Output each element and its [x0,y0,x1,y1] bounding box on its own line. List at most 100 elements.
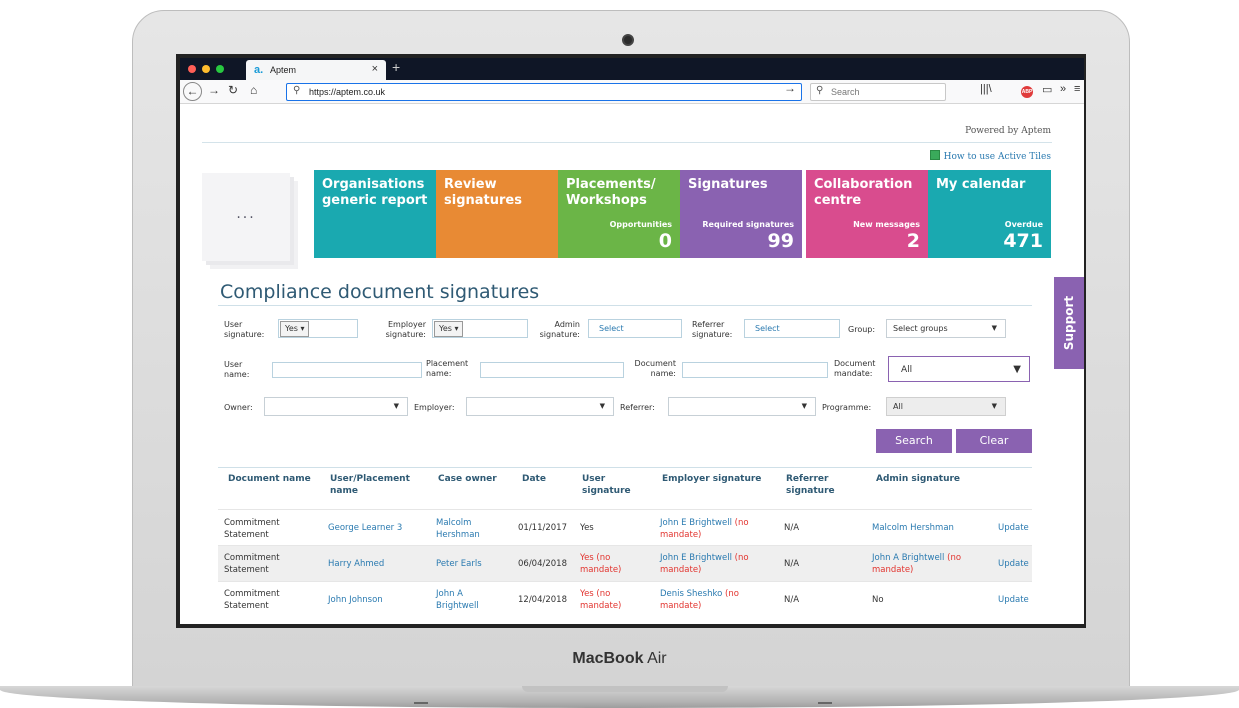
tile-count: 99 [767,230,794,252]
tile-placements-workshops[interactable]: Placements/ Workshops Opportunities 0 [558,170,680,258]
sidebar-icon[interactable]: ▭ [1042,83,1052,96]
home-icon[interactable]: ⌂ [250,83,257,97]
col-header-user-placement[interactable]: User/Placement name [330,473,410,497]
back-icon[interactable]: ← [183,82,202,101]
programme-select[interactable]: All ▼ [886,397,1006,416]
browser-search-field[interactable]: ⚲ Search [810,83,946,101]
employer-label: Employer: [414,403,455,412]
dropdown-arrow-icon: ▼ [1013,364,1021,375]
user-link[interactable]: George Learner 3 [328,522,402,534]
how-to-link[interactable]: How to use Active Tiles [929,150,1051,162]
col-header-employer-signature[interactable]: Employer signature [662,473,761,485]
col-header-admin-signature[interactable]: Admin signature [876,473,960,485]
support-tab[interactable]: Support [1054,277,1084,369]
col-header-date[interactable]: Date [522,473,546,485]
stage: { "browser": { "tab_title": "Aptem", "ta… [0,0,1239,708]
employer-signature-cell[interactable]: John E Brightwell (no mandate) [660,517,749,541]
user-signature-cell: Yes (no mandate) [580,553,622,575]
tile-signatures[interactable]: Signatures Required signatures 99 [680,170,802,258]
document-mandate-select[interactable]: All ▼ [888,356,1030,382]
document-name-cell: Commitment Statement [224,589,280,611]
new-tab-icon[interactable]: + [392,59,400,75]
adblock-icon[interactable]: ABP [1021,86,1033,98]
update-link[interactable]: Update [998,594,1029,606]
employer-signature-cell[interactable]: John E Brightwell (no mandate) [660,552,749,576]
browser-tab[interactable]: a. Aptem × [246,60,386,80]
programme-label: Programme: [822,403,872,412]
user-signature-label: User signature: [224,320,265,339]
library-icon[interactable]: |||\ [980,83,992,95]
search-icon: ⚲ [816,85,824,96]
reload-icon[interactable]: ↻ [228,83,238,97]
admin-signature-label: Admin signature: [539,320,580,339]
laptop-brand: MacBook Air [572,650,667,667]
admin-signature-link[interactable]: Malcolm Hershman [872,522,954,534]
update-link[interactable]: Update [998,522,1029,534]
employer-select[interactable]: ▼ [466,397,614,416]
update-link[interactable]: Update [998,558,1029,570]
url-bar[interactable]: ⚲ https://aptem.co.uk [286,83,802,101]
tile-collaboration-centre[interactable]: Collaboration centre New messages 2 [806,170,928,258]
overflow-menu-icon[interactable]: » [1060,83,1066,95]
tile-subtitle: Required signatures [702,220,794,229]
user-link[interactable]: Harry Ahmed [328,558,384,570]
tile-my-calendar[interactable]: My calendar Overdue 471 [928,170,1051,258]
referrer-signature-cell: N/A [784,559,800,569]
table-row: Commitment Statement John Johnson John AB… [218,581,1032,617]
search-button[interactable]: Search [876,429,952,453]
admin-signature-select[interactable]: Select [588,319,682,338]
forward-icon[interactable]: → [208,83,220,97]
browser-nav-bar: ← → ↻ ⌂ ⚲ https://aptem.co.uk → ⚲ Search… [180,80,1084,104]
user-name-input[interactable] [272,362,422,378]
employer-signature-select[interactable]: Yes ▾ [432,319,528,338]
tile-count: 2 [906,230,920,252]
tile-subtitle: Opportunities [609,220,672,229]
referrer-signature-select[interactable]: Select [744,319,840,338]
date-cell: 01/11/2017 [518,523,567,533]
case-owner-link[interactable]: Malcolm Hershman [436,517,480,541]
document-name-input[interactable] [682,362,828,378]
employer-signature-cell[interactable]: Denis Sheshko (no mandate) [660,588,739,612]
owner-select[interactable]: ▼ [264,397,408,416]
dropdown-arrow-icon: ▼ [393,402,399,410]
referrer-select[interactable]: ▼ [668,397,816,416]
placement-name-input[interactable] [480,362,624,378]
case-owner-link[interactable]: John A Brightwell [436,588,479,612]
table-row: Commitment Statement Harry Ahmed Peter Ea… [218,545,1032,581]
document-mandate-label: Document mandate: [834,359,876,378]
maximize-window-icon[interactable] [216,65,224,73]
user-signature-cell: Yes (no mandate) [580,589,622,611]
hamburger-menu-icon[interactable]: ≡ [1074,83,1080,95]
clear-button[interactable]: Clear [956,429,1032,453]
tile-count: 0 [658,230,672,252]
dropdown-arrow-icon: ▼ [991,324,997,332]
user-signature-select[interactable]: Yes ▾ [278,319,358,338]
col-header-user-signature[interactable]: User signature [582,473,631,497]
dropdown-arrow-icon: ▼ [599,402,605,410]
case-owner-link[interactable]: Peter Earls [436,558,482,570]
tile-title: Signatures [688,177,768,192]
col-header-document-name[interactable]: Document name [228,473,311,485]
user-name-label: User name: [224,360,250,379]
group-label: Group: [848,325,876,334]
col-header-referrer-signature[interactable]: Referrer signature [786,473,835,497]
admin-signature-link[interactable]: John A Brightwell (no mandate) [872,552,961,576]
minimize-window-icon[interactable] [202,65,210,73]
col-header-case-owner[interactable]: Case owner [438,473,497,485]
tile-subtitle: New messages [853,220,920,229]
document-name-cell: Commitment Statement [224,518,280,540]
tile-organisations-report[interactable]: Organisations generic report [314,170,436,258]
group-select[interactable]: Select groups ▼ [886,319,1006,338]
placement-name-label: Placement name: [426,359,469,378]
close-window-icon[interactable] [188,65,196,73]
table-row: Commitment Statement George Learner 3 Mal… [218,509,1032,545]
referrer-signature-cell: N/A [784,523,800,533]
user-link[interactable]: John Johnson [328,594,383,606]
go-arrow-icon[interactable]: → [784,81,796,95]
close-tab-icon[interactable]: × [372,63,378,75]
document-name-label: Document name: [634,359,676,378]
owner-label: Owner: [224,403,253,412]
more-tiles-card[interactable]: ... [202,173,290,261]
search-placeholder: Search [831,87,860,97]
tile-review-signatures[interactable]: Review signatures [436,170,558,258]
